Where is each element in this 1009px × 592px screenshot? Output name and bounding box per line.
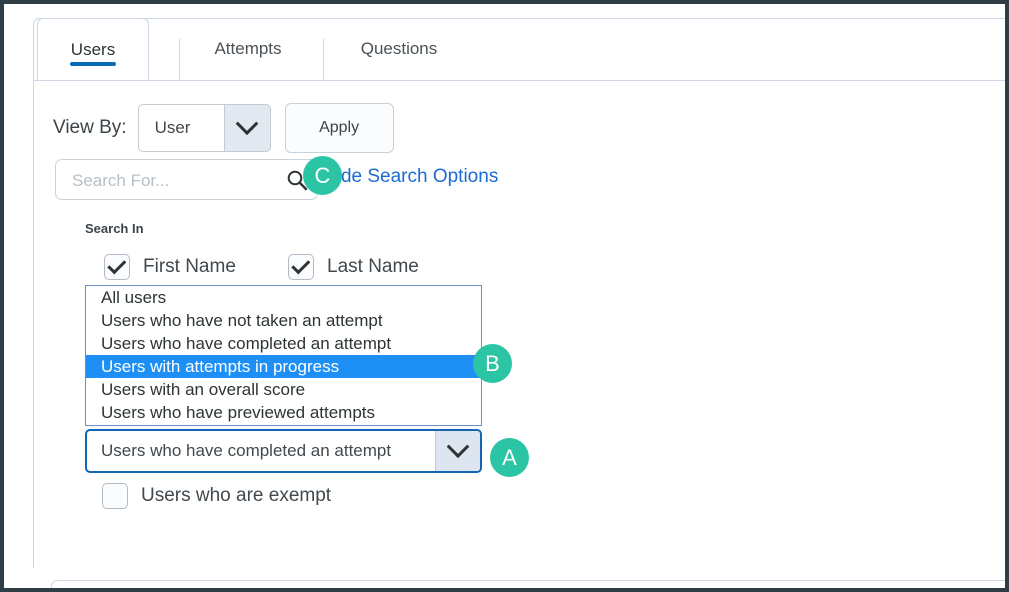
search-input[interactable] xyxy=(70,160,289,201)
tab-users[interactable]: Users xyxy=(37,18,149,80)
tab-attempts[interactable]: Attempts xyxy=(183,18,313,80)
view-by-select[interactable]: User xyxy=(137,104,271,152)
list-item-selected[interactable]: Users with attempts in progress xyxy=(86,355,481,378)
tab-bar: Users Attempts Questions xyxy=(33,18,1005,81)
tab-users-label: Users xyxy=(70,39,116,59)
exempt-checkbox[interactable] xyxy=(102,483,128,509)
tab-divider xyxy=(323,39,324,80)
list-item[interactable]: Users who have completed an attempt xyxy=(86,332,481,355)
apply-button[interactable]: Apply xyxy=(284,103,394,153)
list-item[interactable]: Users who have previewed attempts xyxy=(86,401,481,424)
annotation-badge-b: B xyxy=(473,344,512,383)
annotation-badge-c: C xyxy=(303,156,342,195)
screenshot-frame: Users Attempts Questions View By: User A… xyxy=(0,0,1009,592)
last-name-checkbox[interactable] xyxy=(288,254,314,280)
exempt-label: Users who are exempt xyxy=(141,485,332,506)
attempt-filter-listbox[interactable]: All users Users who have not taken an at… xyxy=(85,285,482,426)
annotation-badge-a: A xyxy=(490,438,529,477)
hide-search-options-link[interactable]: Hide Search Options xyxy=(323,166,498,188)
view-by-select-value: User xyxy=(154,118,191,137)
tab-bar-rule xyxy=(33,80,1005,81)
exempt-checkbox-row[interactable]: Users who are exempt xyxy=(102,483,331,509)
first-name-checkbox-row[interactable]: First Name xyxy=(104,254,236,280)
list-item[interactable]: Users with an overall score xyxy=(86,378,481,401)
tab-divider xyxy=(179,39,180,80)
chevron-down-icon xyxy=(435,431,480,471)
last-name-checkbox-row[interactable]: Last Name xyxy=(288,254,419,280)
tab-questions[interactable]: Questions xyxy=(329,18,469,80)
first-name-label: First Name xyxy=(143,256,236,277)
first-name-checkbox[interactable] xyxy=(104,254,130,280)
view-by-row: View By: User Apply xyxy=(53,103,394,153)
search-field[interactable] xyxy=(55,159,318,201)
search-in-group-label: Search In xyxy=(85,221,144,236)
last-name-label: Last Name xyxy=(327,256,419,277)
tab-questions-label: Questions xyxy=(360,39,438,58)
list-item[interactable]: All users xyxy=(86,286,481,309)
chevron-down-icon xyxy=(223,105,270,151)
list-item[interactable]: Users who have not taken an attempt xyxy=(86,309,481,332)
view-by-label: View By: xyxy=(53,117,127,138)
tab-attempts-label: Attempts xyxy=(214,39,282,58)
secondary-panel xyxy=(51,580,1005,588)
attempt-filter-value: Users who have completed an attempt xyxy=(101,441,392,460)
attempt-filter-select[interactable]: Users who have completed an attempt xyxy=(85,429,482,473)
